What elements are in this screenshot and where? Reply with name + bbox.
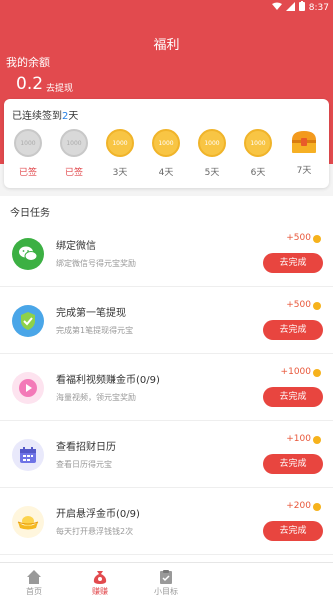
page-title: 福利 (153, 38, 180, 53)
checkin-day-label: 6天 (250, 168, 266, 178)
signal-icon (285, 1, 295, 14)
task-complete-button[interactable]: 去完成 (263, 521, 323, 541)
status-time: 8:37 (308, 2, 329, 13)
coin-icon: 1000 (60, 129, 88, 157)
task-desc: 完成第1笔提现得元宝 (56, 326, 134, 335)
checkin-day-2[interactable]: 1000 已签 (58, 129, 90, 178)
task-complete-button[interactable]: 去完成 (263, 387, 323, 407)
checkin-title-prefix: 已连续签到 (12, 111, 62, 122)
coin-icon: 1000 (106, 129, 134, 157)
tab-label: 赚赚 (92, 587, 108, 596)
task-reward: +500 (286, 300, 311, 310)
task-complete-button[interactable]: 去完成 (263, 454, 323, 474)
task-reward: +100 (286, 434, 311, 444)
checkin-card: 已连续签到2天 1000 已签 1000 已签 1000 3天 1000 4天 … (4, 99, 329, 188)
tab-label: 首页 (26, 587, 42, 596)
status-bar: 8:37 (0, 0, 333, 14)
daily-tasks: 今日任务 绑定微信 绑定微信号得元宝奖励 +500 去完成 完成第一笔提现 完成… (0, 196, 333, 562)
calendar-icon (12, 439, 44, 471)
checkin-day-label: 7天 (296, 166, 312, 176)
tab-label: 小目标 (154, 587, 178, 596)
checkin-day-1[interactable]: 1000 已签 (12, 129, 44, 178)
coin-icon: 1000 (244, 129, 272, 157)
coin-icon: 1000 (14, 129, 42, 157)
balance-value: 0.2 (16, 74, 44, 94)
task-item: 开启悬浮金币(0/9) 每天打开悬浮钱钱2次 +200 去完成 (0, 488, 333, 555)
battery-icon (298, 1, 305, 14)
task-reward: +500 (286, 233, 311, 243)
task-desc: 海量视频，领元宝奖励 (56, 393, 136, 402)
task-desc: 每天打开悬浮钱钱2次 (56, 527, 134, 536)
task-complete-button[interactable]: 去完成 (263, 320, 323, 340)
tab-earn[interactable]: 赚赚 (70, 569, 130, 597)
task-name: 查看招财日历 (56, 442, 116, 453)
shield-icon (12, 305, 44, 337)
withdraw-link[interactable]: 去提现 (46, 81, 73, 94)
checkin-day-label: 5天 (204, 168, 220, 178)
checkin-day-3[interactable]: 1000 3天 (104, 129, 136, 178)
task-name: 完成第一笔提现 (56, 308, 126, 319)
checkin-day-label: 已签 (64, 168, 83, 178)
checkin-day-label: 4天 (158, 168, 174, 178)
coin-icon: 1000 (152, 129, 180, 157)
task-name: 看福利视频赚金币(0/9) (56, 375, 160, 386)
task-item: 查看招财日历 查看日历得元宝 +100 去完成 (0, 421, 333, 488)
task-desc: 查看日历得元宝 (56, 460, 112, 469)
home-icon (26, 569, 42, 585)
coin-icon (313, 235, 321, 243)
task-reward: +1000 (280, 367, 311, 377)
task-item: 完成第一笔提现 完成第1笔提现得元宝 +500 去完成 (0, 287, 333, 354)
money-bag-icon (92, 569, 108, 585)
task-complete-button[interactable]: 去完成 (263, 253, 323, 273)
coin-icon: 1000 (198, 129, 226, 157)
balance-label: 我的余额 (6, 56, 50, 69)
play-icon (12, 372, 44, 404)
checkin-title-suffix: 天 (68, 111, 79, 122)
checkin-day-6[interactable]: 1000 6天 (242, 129, 274, 178)
checkin-day-label: 3天 (112, 168, 128, 178)
coin-icon (313, 503, 321, 511)
task-item: 绑定微信 绑定微信号得元宝奖励 +500 去完成 (0, 220, 333, 287)
tab-goals[interactable]: 小目标 (136, 569, 196, 597)
task-name: 绑定微信 (56, 241, 96, 252)
checkin-day-4[interactable]: 1000 4天 (150, 129, 182, 178)
checkin-title: 已连续签到2天 (12, 107, 78, 122)
checklist-icon (158, 569, 174, 585)
task-name: 开启悬浮金币(0/9) (56, 509, 140, 520)
treasure-chest-icon (289, 129, 319, 155)
checkin-day-7[interactable]: 7天 (288, 129, 320, 176)
tab-home[interactable]: 首页 (4, 569, 64, 597)
wechat-icon (12, 238, 44, 270)
checkin-days: 1000 已签 1000 已签 1000 3天 1000 4天 1000 5天 … (4, 129, 329, 184)
coin-icon (313, 436, 321, 444)
task-item: 看福利视频赚金币(0/9) 海量视频，领元宝奖励 +1000 去完成 (0, 354, 333, 421)
checkin-day-5[interactable]: 1000 5天 (196, 129, 228, 178)
tasks-title: 今日任务 (10, 208, 50, 219)
status-icons: 8:37 (271, 1, 329, 14)
task-desc: 绑定微信号得元宝奖励 (56, 259, 136, 268)
coin-icon (313, 369, 321, 377)
bottom-tab-bar: 首页 赚赚 小目标 (0, 562, 333, 600)
gold-ingot-icon (12, 506, 44, 538)
checkin-day-label: 已签 (18, 168, 37, 178)
coin-icon (313, 302, 321, 310)
wifi-icon (271, 2, 282, 14)
task-reward: +200 (286, 501, 311, 511)
